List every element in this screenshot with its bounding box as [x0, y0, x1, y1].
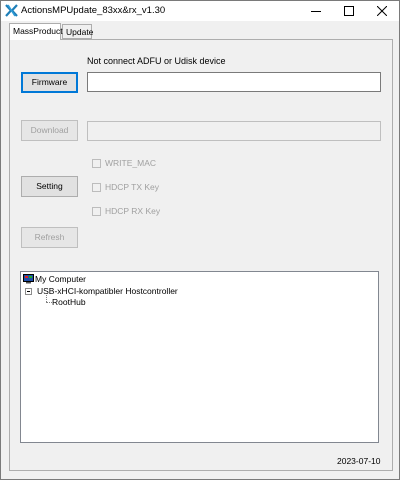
device-status-message: Not connect ADFU or Udisk device	[87, 56, 226, 66]
close-icon	[377, 6, 387, 16]
write-mac-checkbox[interactable]: WRITE_MAC	[92, 157, 156, 169]
hdcp-tx-key-checkbox[interactable]: HDCP TX Key	[92, 181, 159, 193]
collapse-expander-icon[interactable]	[25, 288, 32, 295]
write-mac-checkbox-box	[92, 158, 101, 168]
hdcp-rx-key-checkbox[interactable]: HDCP RX Key	[92, 205, 160, 217]
title-bar[interactable]: ActionsMPUpdate_83xx&rx_v1.30	[1, 1, 399, 21]
window-title: ActionsMPUpdate_83xx&rx_v1.30	[21, 5, 166, 16]
tab-massproduct[interactable]: MassProduct	[9, 23, 63, 40]
hdcp-rx-key-label: HDCP RX Key	[105, 206, 161, 216]
refresh-button[interactable]: Refresh	[21, 227, 78, 248]
tree-item-my-computer[interactable]: My Computer	[35, 274, 86, 284]
hdcp-tx-key-checkbox-box	[92, 182, 101, 192]
minimize-icon	[311, 11, 321, 12]
tree-connector-line	[46, 295, 47, 302]
hdcp-tx-key-label: HDCP TX Key	[105, 182, 160, 192]
firmware-button[interactable]: Firmware	[21, 72, 78, 93]
download-button[interactable]: Download	[21, 120, 78, 141]
computer-icon	[23, 274, 34, 284]
setting-button[interactable]: Setting	[21, 176, 78, 197]
build-date: 2023-07-10	[337, 456, 381, 466]
tree-item-usb-controller[interactable]: USB-xHCI-kompatibler Hostcontroller	[37, 286, 178, 296]
hdcp-rx-key-checkbox-box	[92, 206, 101, 216]
tab-update[interactable]: Update	[62, 24, 93, 39]
main-window: ActionsMPUpdate_83xx&rx_v1.30 MassProduc…	[0, 0, 400, 480]
tree-item-roothub[interactable]: RootHub	[52, 297, 86, 307]
minimize-button[interactable]	[301, 1, 331, 21]
firmware-path-field[interactable]	[87, 72, 381, 92]
write-mac-label: WRITE_MAC	[105, 158, 156, 168]
download-path-field[interactable]	[87, 121, 381, 141]
maximize-icon	[344, 6, 354, 16]
maximize-button[interactable]	[334, 1, 364, 21]
actions-x-icon	[5, 4, 18, 17]
close-button[interactable]	[367, 1, 397, 21]
device-tree[interactable]: My Computer USB-xHCI-kompatibler Hostcon…	[20, 271, 379, 443]
